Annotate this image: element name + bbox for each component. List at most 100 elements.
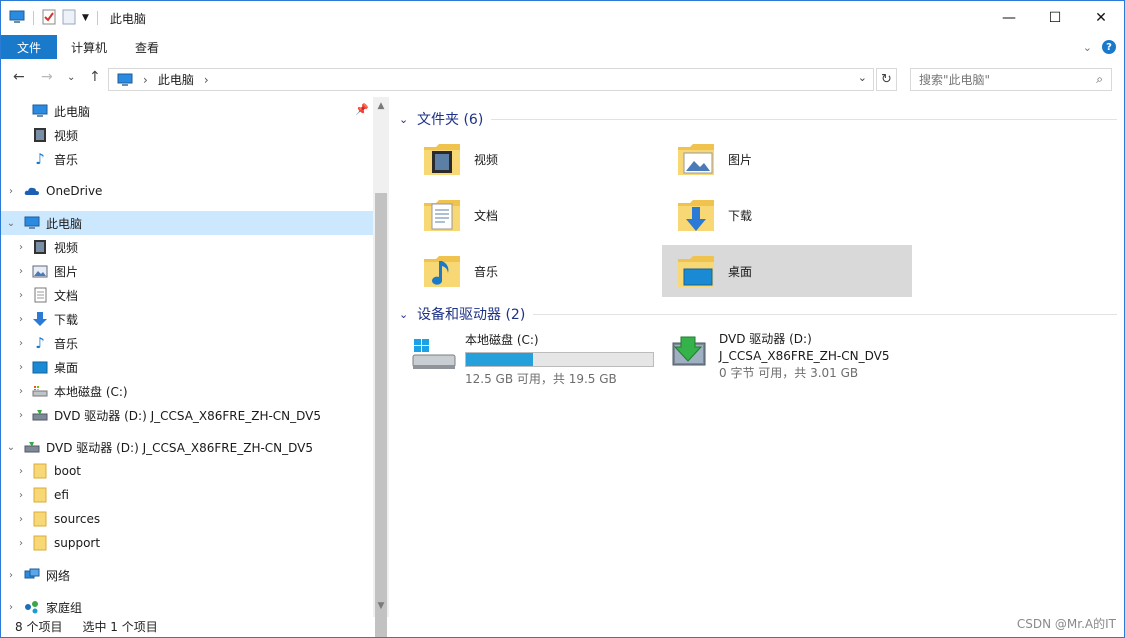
chevron-down-icon[interactable]: ⌄ xyxy=(399,113,413,126)
drive-tile-c[interactable]: 本地磁盘 (C:) 12.5 GB 可用，共 19.5 GB xyxy=(411,331,654,387)
drive-usage-text: 0 字节 可用，共 3.01 GB xyxy=(719,366,859,380)
chevron-right-icon[interactable]: › xyxy=(5,602,17,613)
nav-item-boot[interactable]: › boot xyxy=(1,459,373,483)
minimize-button[interactable]: — xyxy=(986,1,1032,35)
download-folder-icon xyxy=(674,193,718,237)
search-input[interactable] xyxy=(919,72,1079,87)
group-header-folders[interactable]: ⌄ 文件夹 (6) xyxy=(399,109,1117,129)
back-arrow-icon[interactable]: ← xyxy=(13,69,25,85)
watermark-text: CSDN @Mr.A的IT xyxy=(1016,617,1116,631)
chevron-right-icon[interactable]: › xyxy=(15,242,27,253)
folder-tile-music[interactable]: 音乐 xyxy=(408,245,658,297)
nav-item-quick-this-pc[interactable]: 此电脑 📌 xyxy=(1,99,373,123)
drive-name: DVD 驱动器 (D:) xyxy=(719,332,812,346)
scroll-down-icon[interactable]: ▼ xyxy=(373,599,389,613)
breadcrumb-separator[interactable]: › xyxy=(204,73,209,87)
breadcrumb-separator[interactable]: › xyxy=(143,73,148,87)
nav-item-music[interactable]: › ♪ 音乐 xyxy=(1,331,373,355)
nav-item-this-pc[interactable]: ⌄ 此电脑 xyxy=(1,211,373,235)
nav-item-documents[interactable]: › 文档 xyxy=(1,283,373,307)
refresh-button[interactable]: ↻ xyxy=(876,68,897,91)
maximize-button[interactable]: ☐ xyxy=(1032,1,1078,35)
new-folder-icon[interactable] xyxy=(62,9,76,28)
chevron-down-icon[interactable]: ⌄ xyxy=(5,218,17,229)
network-icon xyxy=(24,567,40,583)
up-arrow-icon[interactable]: ↑ xyxy=(89,69,101,85)
pin-icon[interactable]: 📌 xyxy=(355,103,369,116)
music-icon: ♪ xyxy=(35,150,45,168)
nav-item-quick-music[interactable]: ♪ 音乐 xyxy=(1,147,373,171)
nav-pane-scrollbar[interactable]: ▲ ▼ xyxy=(373,97,389,637)
nav-item-label: 家庭组 xyxy=(46,600,83,615)
chevron-right-icon[interactable]: › xyxy=(15,410,27,421)
window-controls: — ☐ ✕ xyxy=(986,1,1124,35)
chevron-down-icon[interactable]: ⌄ xyxy=(399,308,413,321)
tab-computer[interactable]: 计算机 xyxy=(57,35,121,59)
forward-arrow-icon[interactable]: → xyxy=(41,69,53,85)
chevron-right-icon[interactable]: › xyxy=(15,386,27,397)
nav-item-quick-videos[interactable]: 视频 xyxy=(1,123,373,147)
scrollbar-thumb[interactable] xyxy=(375,193,387,637)
chevron-right-icon[interactable]: › xyxy=(15,538,27,549)
tab-file[interactable]: 文件 xyxy=(1,35,57,59)
expand-ribbon-icon[interactable]: ⌄ xyxy=(1083,41,1092,54)
music-icon: ♪ xyxy=(35,334,45,352)
help-icon[interactable]: ? xyxy=(1102,40,1116,54)
breadcrumb-this-pc[interactable]: 此电脑 xyxy=(158,71,194,88)
address-bar[interactable]: › 此电脑 › ⌄ xyxy=(108,68,874,91)
nav-item-desktop[interactable]: › 桌面 xyxy=(1,355,373,379)
folder-tile-videos[interactable]: 视频 xyxy=(408,133,658,185)
folder-tile-pictures[interactable]: 图片 xyxy=(662,133,912,185)
documents-icon xyxy=(32,287,48,303)
nav-item-homegroup[interactable]: › 家庭组 xyxy=(1,595,373,617)
nav-item-label: 网络 xyxy=(46,568,71,583)
nav-item-network[interactable]: › 网络 xyxy=(1,563,373,587)
chevron-right-icon[interactable]: › xyxy=(15,514,27,525)
nav-item-pictures[interactable]: › 图片 xyxy=(1,259,373,283)
tile-label: 文档 xyxy=(474,208,499,223)
folder-tile-desktop[interactable]: 桌面 xyxy=(662,245,912,297)
video-icon xyxy=(32,127,48,143)
folder-icon xyxy=(32,487,48,503)
nav-item-dvd-drive[interactable]: ⌄ DVD 驱动器 (D:) J_CCSA_X86FRE_ZH-CN_DV5 xyxy=(1,435,373,459)
drive-volume-label: J_CCSA_X86FRE_ZH-CN_DV5 xyxy=(719,349,890,363)
chevron-right-icon[interactable]: › xyxy=(15,490,27,501)
pc-icon[interactable] xyxy=(9,10,25,27)
folder-tile-downloads[interactable]: 下载 xyxy=(662,189,912,241)
customize-dropdown-icon[interactable]: ▼ xyxy=(82,13,89,23)
nav-item-efi[interactable]: › efi xyxy=(1,483,373,507)
scroll-up-icon[interactable]: ▲ xyxy=(373,99,389,113)
chevron-right-icon[interactable]: › xyxy=(15,314,27,325)
nav-item-downloads[interactable]: › 下载 xyxy=(1,307,373,331)
properties-icon[interactable] xyxy=(42,9,56,28)
chevron-right-icon[interactable]: › xyxy=(15,338,27,349)
search-box[interactable]: ⌕ xyxy=(910,68,1112,91)
chevron-right-icon[interactable]: › xyxy=(15,266,27,277)
chevron-right-icon[interactable]: › xyxy=(5,570,17,581)
nav-item-label: 下载 xyxy=(54,312,79,327)
nav-item-videos[interactable]: › 视频 xyxy=(1,235,373,259)
search-icon[interactable]: ⌕ xyxy=(1096,72,1103,87)
nav-item-label: 本地磁盘 (C:) xyxy=(54,384,128,399)
chevron-right-icon[interactable]: › xyxy=(5,186,17,197)
close-button[interactable]: ✕ xyxy=(1078,1,1124,35)
tab-view[interactable]: 查看 xyxy=(121,35,173,59)
nav-item-local-disk-c[interactable]: › 本地磁盘 (C:) xyxy=(1,379,373,403)
nav-item-dvd-drive-sub[interactable]: › DVD 驱动器 (D:) J_CCSA_X86FRE_ZH-CN_DV5 xyxy=(1,403,373,427)
recent-locations-icon[interactable]: ⌄ xyxy=(67,72,75,83)
group-header-devices[interactable]: ⌄ 设备和驱动器 (2) xyxy=(399,304,1117,324)
chevron-right-icon[interactable]: › xyxy=(15,290,27,301)
chevron-right-icon[interactable]: › xyxy=(15,466,27,477)
nav-item-onedrive[interactable]: › OneDrive xyxy=(1,179,373,203)
chevron-down-icon[interactable]: ⌄ xyxy=(5,442,17,453)
toolbar-separator xyxy=(33,11,34,25)
address-dropdown-icon[interactable]: ⌄ xyxy=(858,71,867,84)
chevron-right-icon[interactable]: › xyxy=(15,362,27,373)
nav-item-sources[interactable]: › sources xyxy=(1,507,373,531)
nav-item-support[interactable]: › support xyxy=(1,531,373,555)
folder-tile-documents[interactable]: 文档 xyxy=(408,189,658,241)
nav-item-label: efi xyxy=(54,488,69,502)
drive-tile-dvd[interactable]: DVD 驱动器 (D:) J_CCSA_X86FRE_ZH-CN_DV5 0 字… xyxy=(671,331,889,382)
group-divider xyxy=(491,118,1117,120)
selected-count: 选中 1 个项目 xyxy=(82,619,158,634)
